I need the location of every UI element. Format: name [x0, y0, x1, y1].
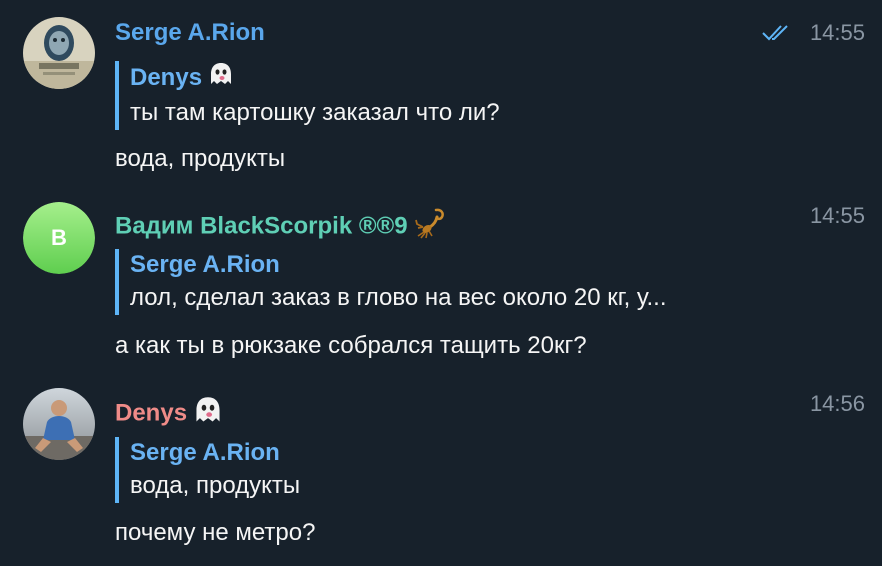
reply-quote[interactable]: Denys ты там картошку заказал что ли?: [115, 61, 500, 130]
message-text: а как ты в рюкзаке собрался тащить 20кг?: [115, 332, 587, 359]
quote-author-name: Denys: [130, 63, 203, 91]
ghost-icon: [193, 395, 223, 433]
quote-text: ты там картошку заказал что ли?: [130, 99, 500, 126]
quote-author: Serge A.Rion: [130, 439, 280, 466]
chat-history: Serge A.Rion 14:55 Denys ты там картошку…: [0, 0, 882, 566]
message[interactable]: Denys 14:56 Serge A.Rion вода, продукты …: [0, 375, 882, 566]
message-time: 14:55: [809, 203, 865, 228]
message[interactable]: B Вадим BlackScorpik ®®9 14:55 Serge A.R…: [0, 190, 882, 375]
sender-name[interactable]: Denys: [115, 395, 223, 433]
reply-quote[interactable]: Serge A.Rion лол, сделал заказ в глово н…: [115, 249, 667, 315]
reply-quote[interactable]: Serge A.Rion вода, продукты: [115, 437, 300, 503]
avatar[interactable]: [23, 17, 95, 89]
sender-name-text: Denys: [115, 399, 188, 427]
avatar[interactable]: B: [23, 202, 95, 274]
sender-name-text: Вадим BlackScorpik ®®9: [115, 212, 408, 240]
quote-author: Denys: [130, 61, 500, 96]
sender-name[interactable]: Serge A.Rion: [115, 18, 265, 48]
sender-name[interactable]: Вадим BlackScorpik ®®9: [115, 206, 448, 248]
message-text: почему не метро?: [115, 519, 316, 546]
quote-text: лол, сделал заказ в глово на вес около 2…: [130, 284, 667, 311]
message-text: вода, продукты: [115, 145, 286, 172]
message-time: 14:56: [809, 391, 865, 416]
message[interactable]: Serge A.Rion 14:55 Denys ты там картошку…: [0, 0, 882, 190]
quote-text: вода, продукты: [130, 472, 301, 499]
scorpion-icon: [414, 206, 448, 248]
avatar-initial: B: [51, 225, 67, 250]
ghost-icon: [208, 61, 234, 96]
avatar[interactable]: [23, 388, 95, 460]
message-time: 14:55: [809, 20, 865, 45]
quote-author: Serge A.Rion: [130, 251, 280, 278]
double-check-icon: [762, 25, 788, 41]
